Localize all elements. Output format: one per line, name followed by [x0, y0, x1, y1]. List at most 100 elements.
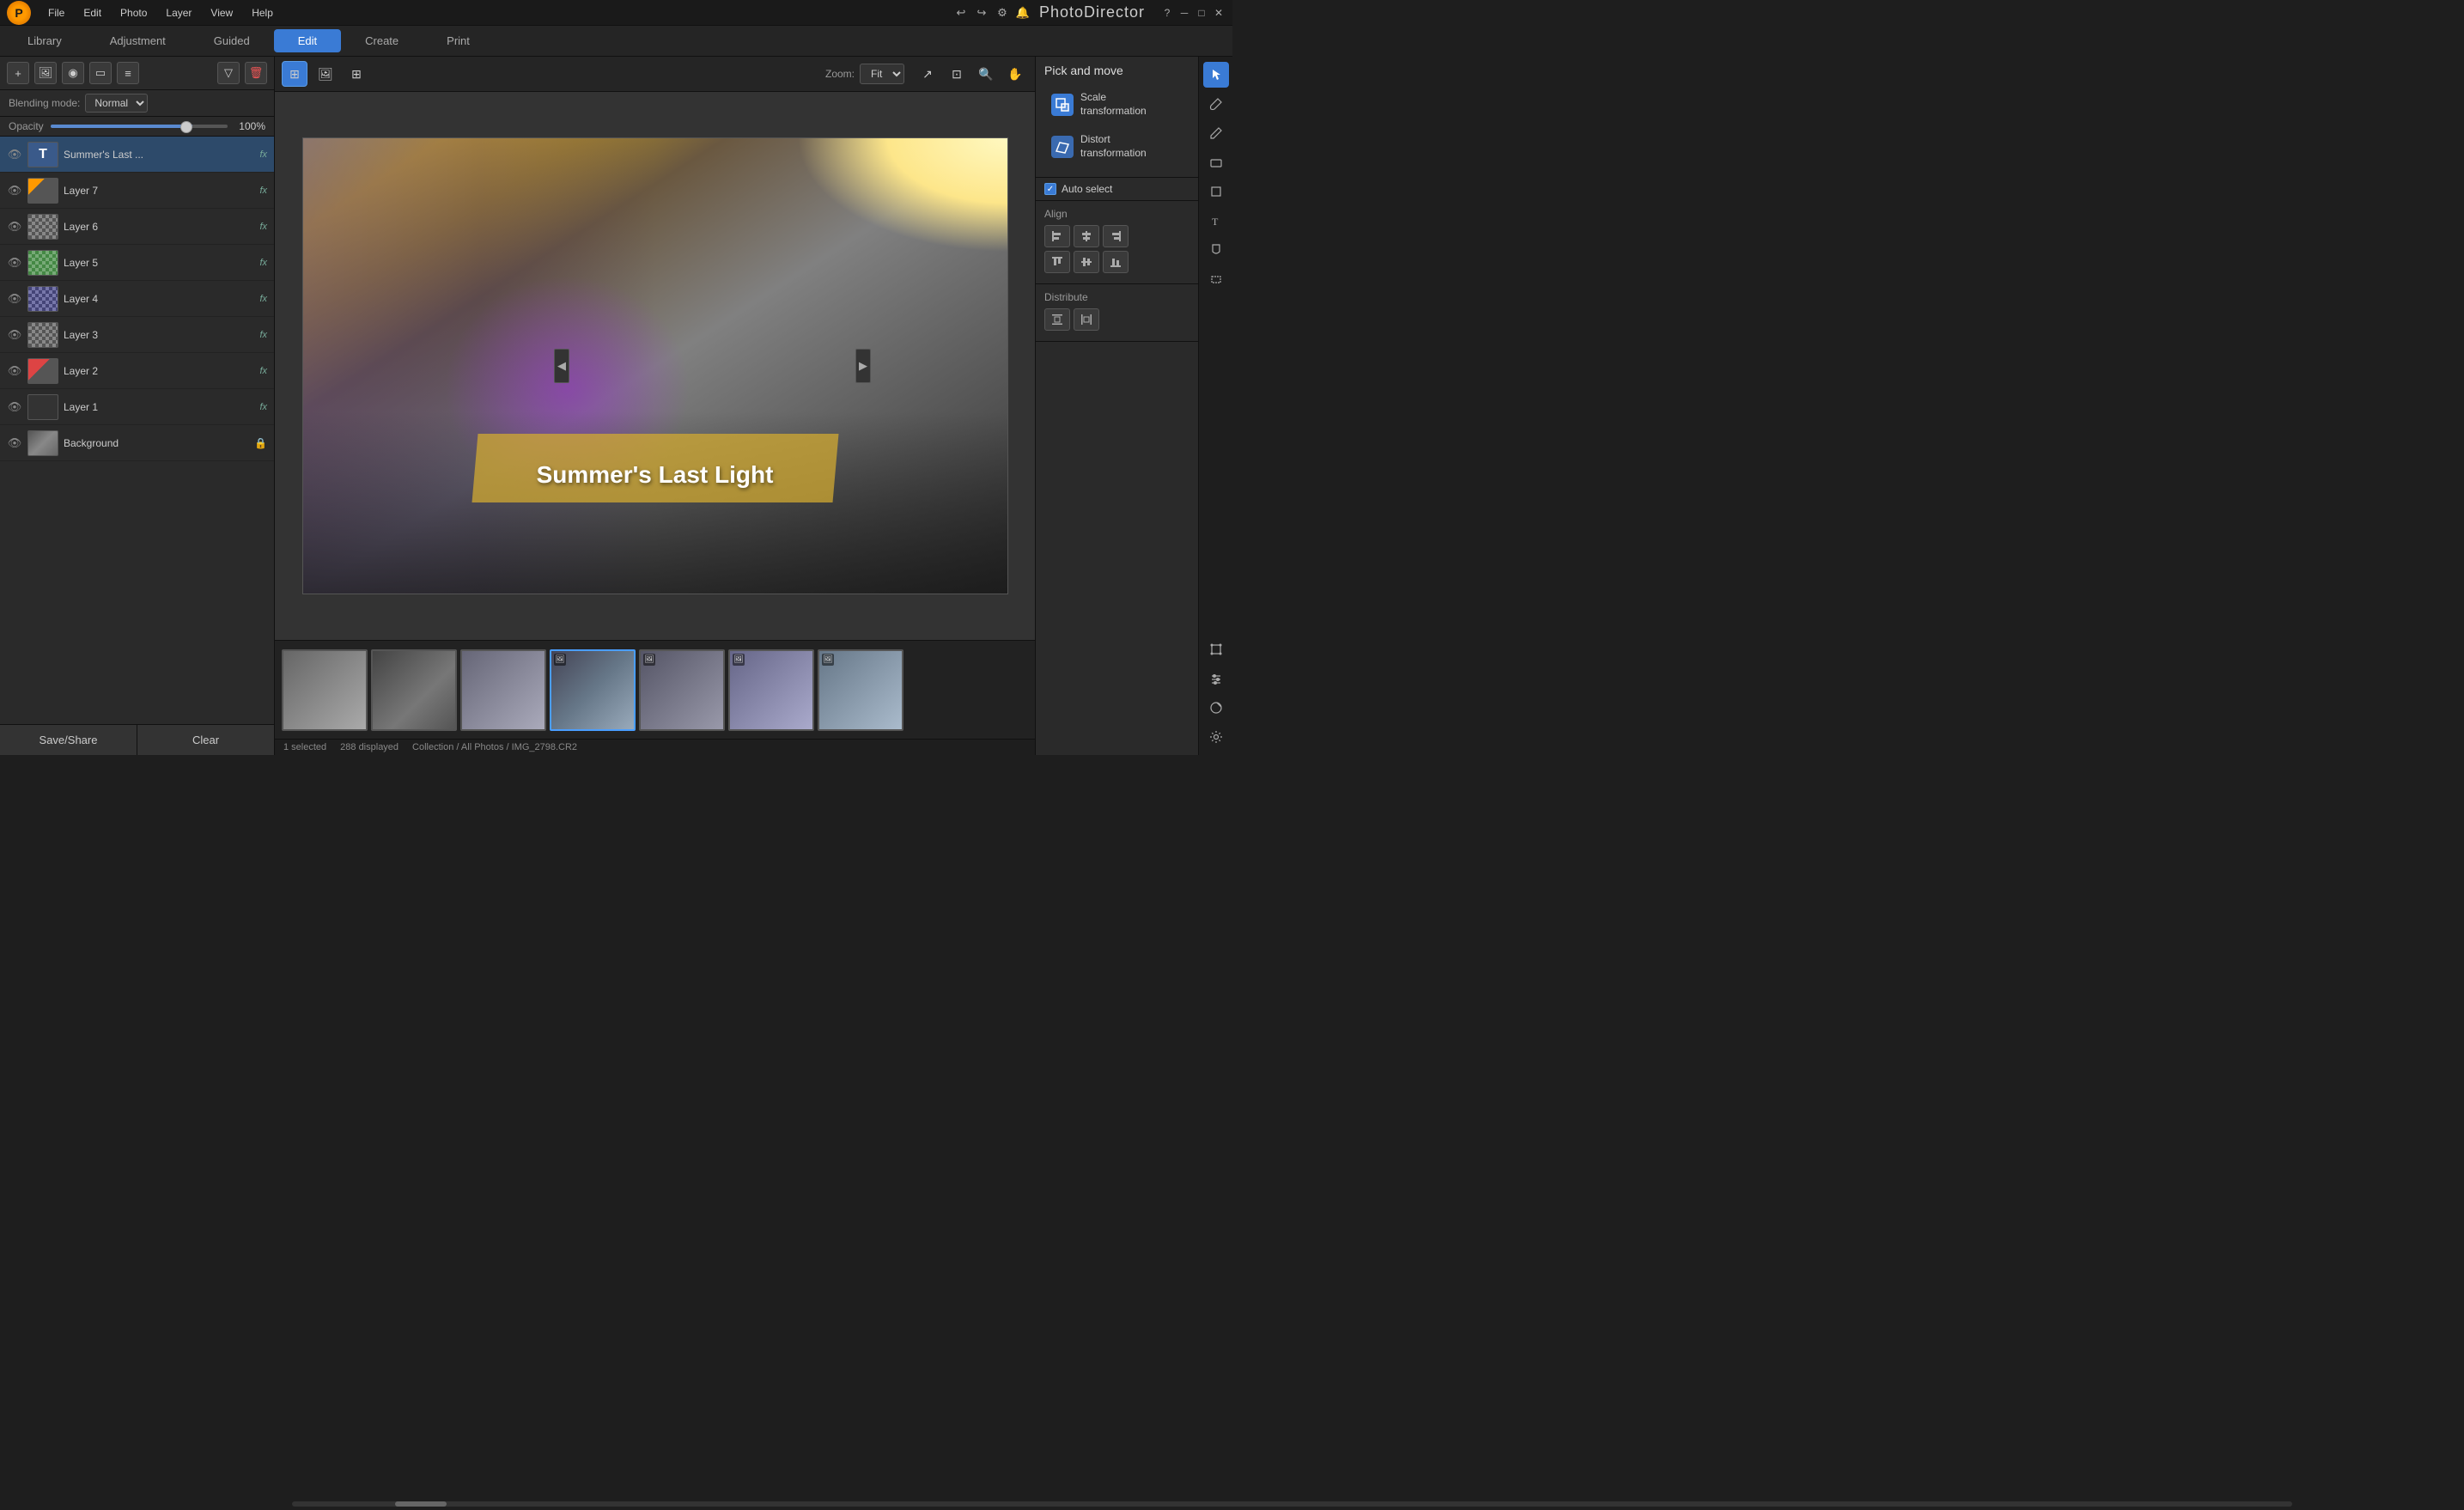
layer-item[interactable]: 👁 T Summer's Last ... fx [0, 137, 274, 173]
export-button[interactable]: ↗ [915, 61, 940, 87]
shape-tool-button[interactable]: ▭ [89, 62, 112, 84]
pick-move-tool-button[interactable] [1203, 62, 1229, 88]
scale-transform-button[interactable]: Scaletransformation [1044, 86, 1189, 123]
adjust-tool-button[interactable] [1203, 666, 1229, 691]
text-properties-button[interactable]: ≡ [117, 62, 139, 84]
menu-view[interactable]: View [202, 5, 241, 21]
align-top-button[interactable] [1044, 251, 1070, 273]
opacity-label: Opacity [9, 120, 44, 132]
right-panel-collapse-arrow[interactable]: ▶ [855, 349, 871, 383]
tab-adjustment[interactable]: Adjustment [86, 29, 190, 52]
layer-item[interactable]: 👁 Layer 3 fx [0, 317, 274, 353]
filmstrip-item-selected[interactable]: 🖼 [550, 649, 636, 731]
align-middle-v-button[interactable] [1074, 251, 1099, 273]
zoom-select[interactable]: Fit [860, 64, 904, 84]
help-button[interactable]: ? [1160, 6, 1174, 20]
filmstrip-item[interactable] [282, 649, 368, 731]
layer-item[interactable]: 👁 Layer 4 fx [0, 281, 274, 317]
brush-tool-button[interactable]: ◉ [62, 62, 84, 84]
rectangle-select-button[interactable] [1203, 266, 1229, 292]
layer-item[interactable]: 👁 Layer 6 fx [0, 209, 274, 245]
layer-visibility-toggle[interactable]: 👁 [7, 327, 22, 343]
grid-button[interactable]: ⊞ [344, 61, 369, 87]
notification-icon[interactable]: 🔔 [1015, 5, 1031, 21]
layer-name: Layer 7 [64, 185, 254, 197]
align-right-button[interactable] [1103, 225, 1129, 247]
layer-visibility-toggle[interactable]: 👁 [7, 363, 22, 379]
shape-tool-button[interactable] [1203, 179, 1229, 204]
opacity-slider[interactable] [51, 125, 228, 128]
layer-name: Background [64, 437, 249, 449]
history-back-icon[interactable]: ↩ [953, 5, 969, 21]
pencil-tool-button[interactable] [1203, 120, 1229, 146]
distribute-vertical-button[interactable] [1044, 308, 1070, 331]
menu-file[interactable]: File [40, 5, 73, 21]
layer-fx-badge: fx [259, 294, 267, 304]
transform-tool-button[interactable] [1203, 636, 1229, 662]
layer-name: Summer's Last ... [64, 149, 254, 161]
layer-item[interactable]: 👁 Layer 1 fx [0, 389, 274, 425]
delete-layer-button[interactable]: 🗑 [245, 62, 267, 84]
layer-visibility-toggle[interactable]: 👁 [7, 183, 22, 198]
layer-visibility-toggle[interactable]: 👁 [7, 399, 22, 415]
settings-tool-button[interactable] [1203, 724, 1229, 750]
layer-item[interactable]: 👁 Background 🔒 [0, 425, 274, 461]
canvas-view-button[interactable]: ⊞ [282, 61, 307, 87]
layer-visibility-toggle[interactable]: 👁 [7, 219, 22, 234]
tab-edit[interactable]: Edit [274, 29, 341, 52]
close-button[interactable]: ✕ [1212, 6, 1226, 20]
menu-help[interactable]: Help [243, 5, 282, 21]
auto-select-checkbox[interactable]: ✓ [1044, 183, 1056, 195]
tab-print[interactable]: Print [423, 29, 494, 52]
filmstrip-item[interactable] [371, 649, 457, 731]
distribute-horizontal-button[interactable] [1074, 308, 1099, 331]
align-center-h-button[interactable] [1074, 225, 1099, 247]
tab-guided[interactable]: Guided [190, 29, 274, 52]
menu-edit[interactable]: Edit [75, 5, 110, 21]
layer-visibility-toggle[interactable]: 👁 [7, 147, 22, 162]
filmstrip-item[interactable]: 🖼 [818, 649, 903, 731]
filmstrip-item[interactable]: 🖼 [728, 649, 814, 731]
add-image-button[interactable]: 🖼 [34, 62, 57, 84]
layer-item[interactable]: 👁 Layer 7 fx [0, 173, 274, 209]
filmstrip-item[interactable]: 🖼 [639, 649, 725, 731]
menu-layer[interactable]: Layer [157, 5, 200, 21]
color-picker-button[interactable] [1203, 695, 1229, 721]
layer-thumbnail [27, 430, 58, 456]
layer-visibility-toggle[interactable]: 👁 [7, 255, 22, 271]
fill-tool-button[interactable] [1203, 237, 1229, 263]
settings-icon[interactable]: ⚙ [995, 5, 1010, 21]
save-share-button[interactable]: Save/Share [0, 725, 137, 755]
photo-view-button[interactable]: 🖼 [313, 61, 338, 87]
filter-button[interactable]: ▽ [217, 62, 240, 84]
brush-tool-button[interactable] [1203, 91, 1229, 117]
zoom-in-button[interactable]: 🔍 [973, 61, 999, 87]
maximize-button[interactable]: □ [1195, 6, 1208, 20]
canvas-image[interactable]: Summer's Last Light [303, 138, 1007, 594]
align-top-row [1044, 225, 1189, 247]
fit-view-button[interactable]: ⊡ [944, 61, 970, 87]
canvas-title-text: Summer's Last Light [537, 461, 774, 489]
pan-button[interactable]: ✋ [1002, 61, 1028, 87]
tab-create[interactable]: Create [341, 29, 423, 52]
canvas-sun-overlay [796, 138, 1007, 253]
distort-transform-button[interactable]: Distorttransformation [1044, 128, 1189, 165]
clear-button[interactable]: Clear [137, 725, 274, 755]
minimize-button[interactable]: ─ [1177, 6, 1191, 20]
history-forward-icon[interactable]: ↪ [974, 5, 989, 21]
layer-item[interactable]: 👁 Layer 2 fx [0, 353, 274, 389]
filmstrip-item[interactable] [460, 649, 546, 731]
add-layer-button[interactable]: + [7, 62, 29, 84]
eraser-tool-button[interactable] [1203, 149, 1229, 175]
blending-select[interactable]: Normal [85, 94, 148, 113]
layer-fx-badge: fx [259, 258, 267, 268]
panel-collapse-arrow[interactable]: ◀ [554, 349, 569, 383]
layer-item[interactable]: 👁 Layer 5 fx [0, 245, 274, 281]
layer-visibility-toggle[interactable]: 👁 [7, 435, 22, 451]
align-bottom-button[interactable] [1103, 251, 1129, 273]
layer-visibility-toggle[interactable]: 👁 [7, 291, 22, 307]
align-left-button[interactable] [1044, 225, 1070, 247]
text-tool-button[interactable]: T [1203, 208, 1229, 234]
menu-photo[interactable]: Photo [112, 5, 155, 21]
tab-library[interactable]: Library [3, 29, 86, 52]
